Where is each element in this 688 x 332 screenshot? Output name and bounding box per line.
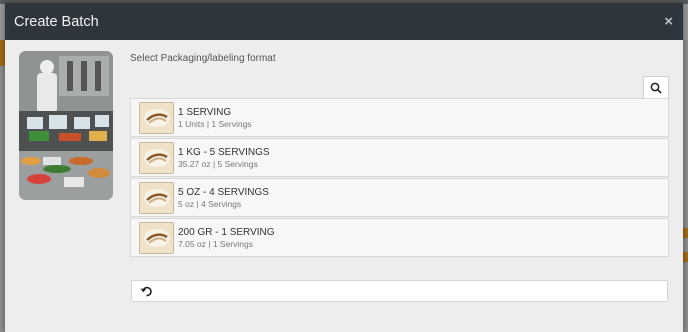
- format-thumbnail: [139, 141, 174, 174]
- format-subtitle: 1 Units | 1 Servings: [178, 118, 252, 129]
- format-thumbnail: [139, 101, 174, 134]
- close-icon[interactable]: ×: [664, 13, 673, 30]
- format-title: 200 GR - 1 SERVING: [178, 226, 275, 238]
- format-thumbnail: [139, 221, 174, 254]
- format-item[interactable]: 5 OZ - 4 SERVINGS 5 oz | 4 Servings: [130, 178, 669, 217]
- format-subtitle: 5 oz | 4 Servings: [178, 198, 242, 209]
- kitchen-image: [19, 51, 113, 200]
- format-title: 5 OZ - 4 SERVINGS: [178, 186, 269, 198]
- format-subtitle: 7.05 oz | 1 Servings: [178, 238, 253, 249]
- search-icon: [650, 82, 662, 94]
- format-item[interactable]: 1 KG - 5 SERVINGS 35.27 oz | 5 Servings: [130, 138, 669, 177]
- backdrop-accent: [683, 228, 688, 238]
- format-subtitle: 35.27 oz | 5 Servings: [178, 158, 258, 169]
- format-item[interactable]: 1 SERVING 1 Units | 1 Servings: [130, 98, 669, 137]
- format-thumbnail: [139, 181, 174, 214]
- search-button[interactable]: [643, 76, 669, 100]
- modal-title: Create Batch: [14, 13, 99, 30]
- back-button[interactable]: [131, 280, 668, 302]
- format-title: 1 KG - 5 SERVINGS: [178, 146, 270, 158]
- undo-icon: [140, 286, 152, 296]
- format-prompt: Select Packaging/labeling format: [130, 53, 276, 64]
- create-batch-modal: Create Batch × Select Packaging/labeling…: [5, 3, 683, 332]
- format-title: 1 SERVING: [178, 106, 232, 118]
- backdrop-accent: [683, 252, 688, 262]
- modal-header: Create Batch ×: [5, 3, 683, 40]
- format-list: 1 SERVING 1 Units | 1 Servings 1 KG - 5 …: [130, 98, 669, 258]
- format-item[interactable]: 200 GR - 1 SERVING 7.05 oz | 1 Servings: [130, 218, 669, 257]
